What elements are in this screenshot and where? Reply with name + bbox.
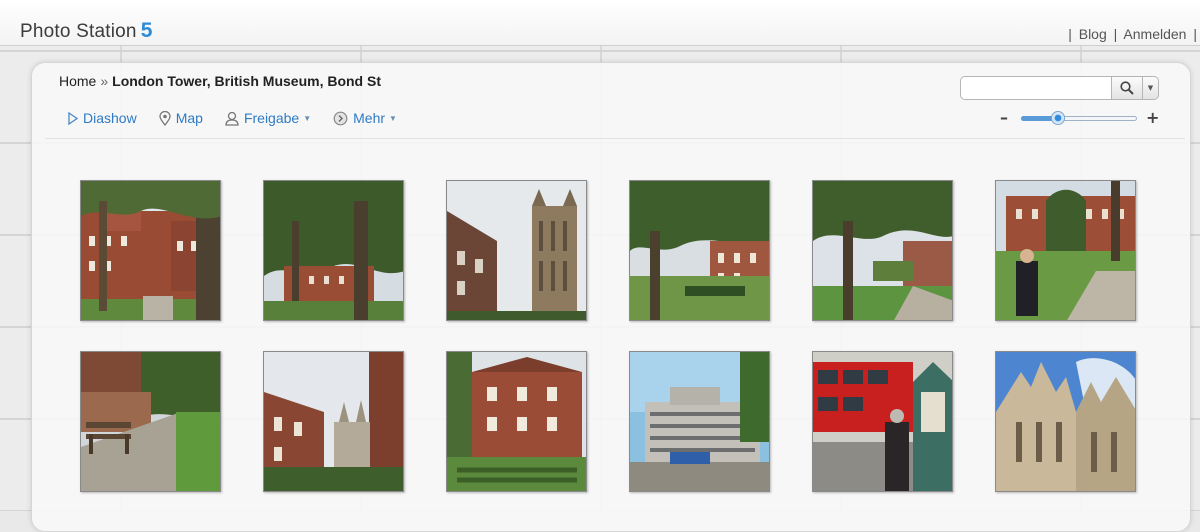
toolbar-divider: [45, 138, 1185, 139]
link-separator: |: [1113, 26, 1118, 42]
photo-image: [996, 181, 1135, 320]
search-box: ▼: [960, 76, 1160, 100]
photo-thumbnail[interactable]: [812, 351, 953, 492]
share-label: Freigabe: [243, 110, 300, 126]
play-icon: [68, 111, 78, 125]
breadcrumb: Home» London Tower, British Museum, Bond …: [59, 73, 381, 89]
slideshow-button[interactable]: Diashow: [68, 110, 137, 126]
more-label: Mehr: [353, 110, 386, 126]
photo-thumbnail[interactable]: [263, 180, 404, 321]
photo-image: [996, 352, 1135, 491]
login-link[interactable]: Anmelden: [1123, 26, 1186, 42]
more-circle-icon: [333, 111, 348, 126]
breadcrumb-current: London Tower, British Museum, Bond St: [112, 73, 381, 89]
photo-thumbnail[interactable]: [80, 180, 221, 321]
photo-thumbnail[interactable]: [80, 351, 221, 492]
app-logo[interactable]: Photo Station 5: [20, 19, 153, 43]
chevron-down-icon: ▼: [389, 113, 397, 123]
photo-thumbnail[interactable]: [629, 351, 770, 492]
photo-image: [81, 181, 220, 320]
map-pin-icon: [159, 110, 171, 126]
search-input[interactable]: [960, 76, 1111, 100]
photo-image: [447, 181, 586, 320]
photo-image: [630, 181, 769, 320]
photo-image: [264, 181, 403, 320]
zoom-out-button[interactable]: –: [1000, 110, 1008, 126]
breadcrumb-separator: »: [100, 73, 109, 89]
photo-thumbnail[interactable]: [812, 180, 953, 321]
chevron-down-icon: ▼: [303, 113, 312, 123]
map-button[interactable]: Map: [159, 110, 203, 126]
more-dropdown[interactable]: Mehr ▼: [333, 110, 397, 126]
top-links: | Blog | Anmelden |: [1068, 26, 1200, 42]
link-separator: |: [1193, 26, 1197, 42]
photo-image: [813, 352, 952, 491]
photo-thumbnail[interactable]: [629, 180, 770, 321]
user-icon: [225, 111, 239, 126]
photo-image: [264, 352, 403, 491]
link-separator: |: [1068, 26, 1072, 42]
search-options-dropdown[interactable]: ▼: [1143, 76, 1159, 100]
photo-thumbnail[interactable]: [446, 351, 587, 492]
search-button[interactable]: [1111, 76, 1143, 100]
photo-image: [630, 352, 769, 491]
zoom-slider: – +: [1000, 110, 1160, 126]
search-icon: [1120, 81, 1134, 95]
photo-image: [447, 352, 586, 491]
album-toolbar: Diashow Map Freigabe ▼ Mehr ▼: [68, 110, 419, 126]
share-dropdown[interactable]: Freigabe ▼: [225, 110, 311, 126]
photo-image: [813, 181, 952, 320]
photo-image: [81, 352, 220, 491]
photo-thumbnail[interactable]: [995, 351, 1136, 492]
zoom-handle[interactable]: [1051, 111, 1066, 125]
slideshow-label: Diashow: [83, 110, 137, 126]
zoom-in-button[interactable]: +: [1146, 110, 1159, 126]
blog-link[interactable]: Blog: [1079, 26, 1107, 42]
chevron-down-icon: ▼: [1147, 84, 1154, 92]
logo-version: 5: [140, 19, 153, 42]
photo-thumbnail[interactable]: [263, 351, 404, 492]
logo-text: Photo Station: [20, 21, 137, 42]
photo-thumbnail[interactable]: [446, 180, 587, 321]
map-label: Map: [175, 110, 203, 126]
breadcrumb-home[interactable]: Home: [59, 73, 96, 89]
photo-thumbnail[interactable]: [995, 180, 1136, 321]
top-bar: Photo Station 5 | Blog | Anmelden |: [0, 0, 1200, 46]
